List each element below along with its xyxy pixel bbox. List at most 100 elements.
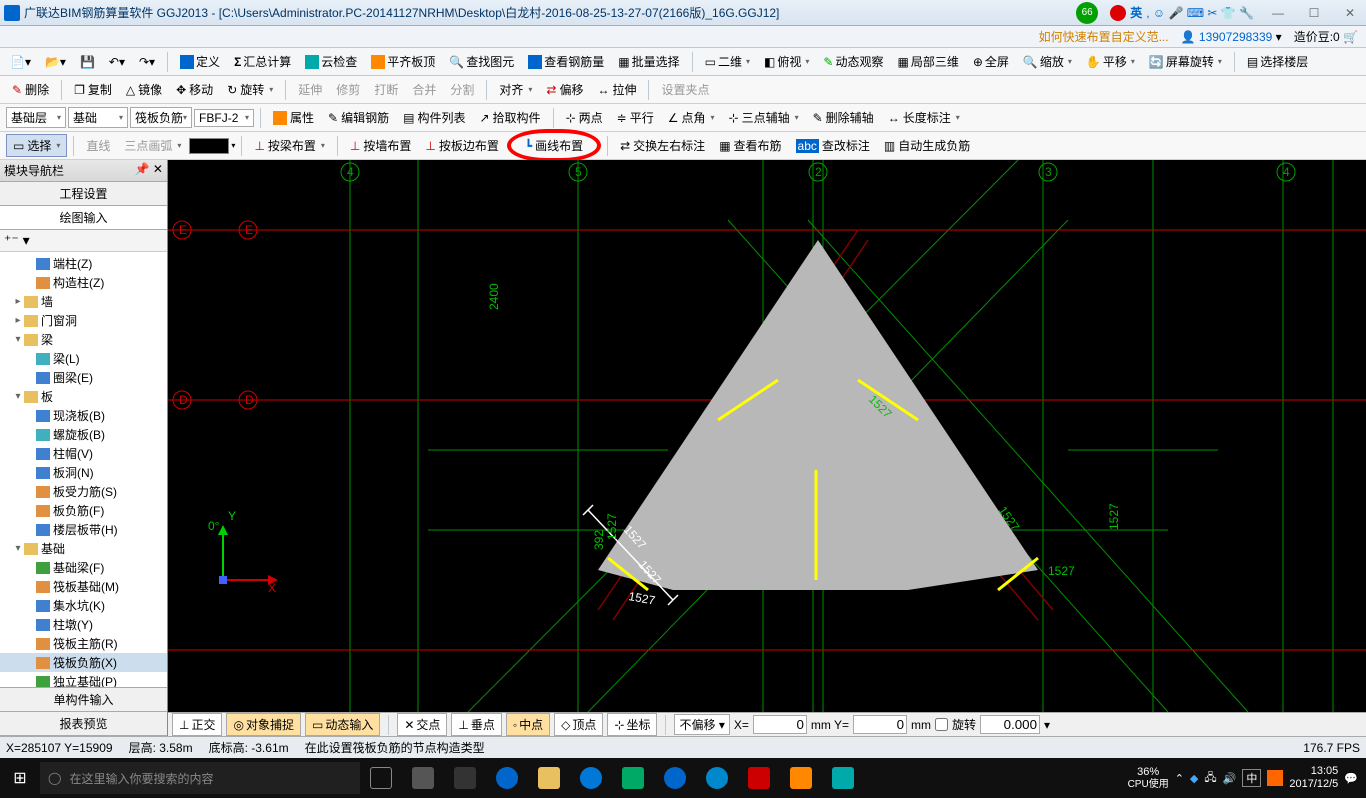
viewlay-button[interactable]: ▦ 查看布筋	[713, 135, 787, 156]
ortho-toggle[interactable]: ⊥ 正交	[172, 713, 222, 736]
snap-cross[interactable]: ✕ 交点	[397, 713, 447, 736]
memberlist-button[interactable]: ▤ 构件列表	[397, 107, 471, 128]
ie2-icon[interactable]	[654, 758, 696, 798]
swap-button[interactable]: ⇄ 交换左右标注	[614, 135, 711, 156]
store-icon[interactable]	[612, 758, 654, 798]
osnap-toggle[interactable]: ◎ 对象捕捉	[226, 713, 301, 736]
app-blue-icon[interactable]	[696, 758, 738, 798]
tree-zhumao[interactable]: 柱帽(V)	[0, 444, 167, 463]
tree-dulijichu[interactable]: 独立基础(P)	[0, 672, 167, 687]
cpu-meter[interactable]: 36%CPU使用	[1128, 766, 1169, 789]
rotate-button[interactable]: ↻ 旋转	[221, 79, 279, 100]
app-orange-icon[interactable]	[780, 758, 822, 798]
sogou-icon[interactable]	[1110, 5, 1126, 21]
delete-button[interactable]: ✎删除	[6, 79, 55, 100]
snap-perp[interactable]: ⊥ 垂点	[451, 713, 501, 736]
sum-button[interactable]: Σ 汇总计算	[228, 51, 297, 72]
tree-banfujin[interactable]: 板负筋(F)	[0, 501, 167, 520]
nav-mini-toolbar[interactable]: ⁺⁻ ▾	[0, 230, 167, 252]
align-button[interactable]: 对齐	[493, 79, 538, 100]
tree-ban-folder[interactable]: ▾板	[0, 387, 167, 406]
tree-xianjiao[interactable]: 现浇板(B)	[0, 406, 167, 425]
tree-fabanzhujin[interactable]: 筏板主筋(R)	[0, 634, 167, 653]
mirror-button[interactable]: △ 镜像	[120, 79, 168, 100]
tree-liang[interactable]: 梁(L)	[0, 349, 167, 368]
floor-select[interactable]: 基础层	[6, 107, 66, 128]
app-red-icon[interactable]	[738, 758, 780, 798]
tree-jichuliang[interactable]: 基础梁(F)	[0, 558, 167, 577]
member-select[interactable]: FBFJ-2	[194, 109, 254, 127]
y-input[interactable]	[853, 715, 907, 734]
selectfloor-button[interactable]: ▤ 选择楼层	[1241, 51, 1314, 72]
editdim-button[interactable]: abc 查改标注	[790, 135, 876, 156]
angle-button[interactable]: ∠ 点角	[662, 107, 721, 128]
tree-bandong[interactable]: 板洞(N)	[0, 463, 167, 482]
minimize-button[interactable]: —	[1266, 6, 1290, 20]
tree-fabanfujin[interactable]: 筏板负筋(X)	[0, 653, 167, 672]
drawline-button[interactable]: ┗ 画线布置	[519, 135, 589, 156]
app1-icon[interactable]	[402, 758, 444, 798]
app2-icon[interactable]	[444, 758, 486, 798]
nav-pin-icon[interactable]: 📌 ✕	[135, 162, 163, 179]
find-button[interactable]: 🔍 查找图元	[443, 51, 520, 72]
bird-button[interactable]: ◧ 俯视	[758, 51, 815, 72]
tree-shoulijin[interactable]: 板受力筋(S)	[0, 482, 167, 501]
pick-button[interactable]: ↗ 拾取构件	[473, 107, 546, 128]
pan-button[interactable]: ✋ 平移	[1080, 51, 1141, 72]
local3d-button[interactable]: ▦ 局部三维	[891, 51, 964, 72]
autoneg-button[interactable]: ▥ 自动生成负筋	[878, 135, 976, 156]
redo-button[interactable]: ↷▾	[133, 53, 161, 71]
tree-duanzhu[interactable]: 端柱(Z)	[0, 254, 167, 273]
snap-vertex[interactable]: ◇ 顶点	[554, 713, 603, 736]
stretch-button[interactable]: ↔ 拉伸	[591, 79, 642, 100]
tab-report[interactable]: 报表预览	[0, 712, 167, 736]
start-button[interactable]: ⊞	[0, 758, 40, 798]
bywall-button[interactable]: ⊥ 按墙布置	[344, 135, 417, 156]
tree-zhudun[interactable]: 柱墩(Y)	[0, 615, 167, 634]
tray-net-icon[interactable]: 🖧	[1204, 769, 1216, 788]
tree-jichu-folder[interactable]: ▾基础	[0, 539, 167, 558]
tree-fabanjichu[interactable]: 筏板基础(M)	[0, 577, 167, 596]
threeaux-button[interactable]: ⊹ 三点辅轴	[723, 107, 805, 128]
tree-jishuikeng[interactable]: 集水坑(K)	[0, 596, 167, 615]
move-button[interactable]: ✥ 移动	[170, 79, 219, 100]
taskbar-search[interactable]: ◯ 在这里输入你要搜索的内容	[40, 762, 360, 794]
tray-sogou-icon[interactable]	[1267, 770, 1283, 786]
tab-draw[interactable]: 绘图输入	[0, 206, 167, 230]
lendim-button[interactable]: ↔ 长度标注	[882, 107, 966, 128]
tab-single[interactable]: 单构件输入	[0, 688, 167, 712]
new-button[interactable]: 📄▾	[4, 53, 37, 71]
batch-button[interactable]: ▦ 批量选择	[612, 51, 685, 72]
cloudcheck-button[interactable]: 云检查	[299, 51, 363, 72]
snap-coord[interactable]: ⊹ 坐标	[607, 713, 657, 736]
tray-clock[interactable]: 13:052017/12/5	[1289, 765, 1338, 791]
user-box[interactable]: 👤 13907298339 ▾	[1181, 30, 1282, 44]
undo-button[interactable]: ↶▾	[103, 53, 131, 71]
rotate-input[interactable]	[980, 715, 1040, 734]
screenrot-button[interactable]: 🔄 屏幕旋转	[1143, 51, 1228, 72]
ime-mode[interactable]: 英	[1130, 4, 1142, 21]
ie-icon[interactable]	[486, 758, 528, 798]
tree-liang-folder[interactable]: ▾梁	[0, 330, 167, 349]
delaux-button[interactable]: ✎ 删除辅轴	[807, 107, 880, 128]
tree-gouzhuzhu[interactable]: 构造柱(Z)	[0, 273, 167, 292]
parallel-button[interactable]: ≑ 平行	[611, 107, 660, 128]
open-button[interactable]: 📂▾	[39, 53, 72, 71]
flat-button[interactable]: 平齐板顶	[365, 51, 441, 72]
type-select[interactable]: 筏板负筋	[130, 107, 192, 128]
app-teal-icon[interactable]	[822, 758, 864, 798]
edge-icon[interactable]	[570, 758, 612, 798]
taskview-icon[interactable]	[360, 758, 402, 798]
save-button[interactable]: 💾	[74, 53, 101, 71]
tree-luoxuan[interactable]: 螺旋板(B)	[0, 425, 167, 444]
tree-menchuang[interactable]: ▸门窗洞	[0, 311, 167, 330]
maximize-button[interactable]: ☐	[1302, 6, 1326, 20]
attr-button[interactable]: 属性	[267, 107, 320, 128]
rotate-checkbox[interactable]	[935, 718, 948, 731]
twod-button[interactable]: ▭ 二维	[699, 51, 756, 72]
bybeam-button[interactable]: ⊥ 按梁布置	[248, 135, 330, 156]
color-swatch[interactable]	[189, 138, 229, 154]
copy-button[interactable]: ❐ 复制	[68, 79, 118, 100]
select-tool[interactable]: ▭ 选择	[6, 134, 67, 157]
tree-qiang[interactable]: ▸墙	[0, 292, 167, 311]
